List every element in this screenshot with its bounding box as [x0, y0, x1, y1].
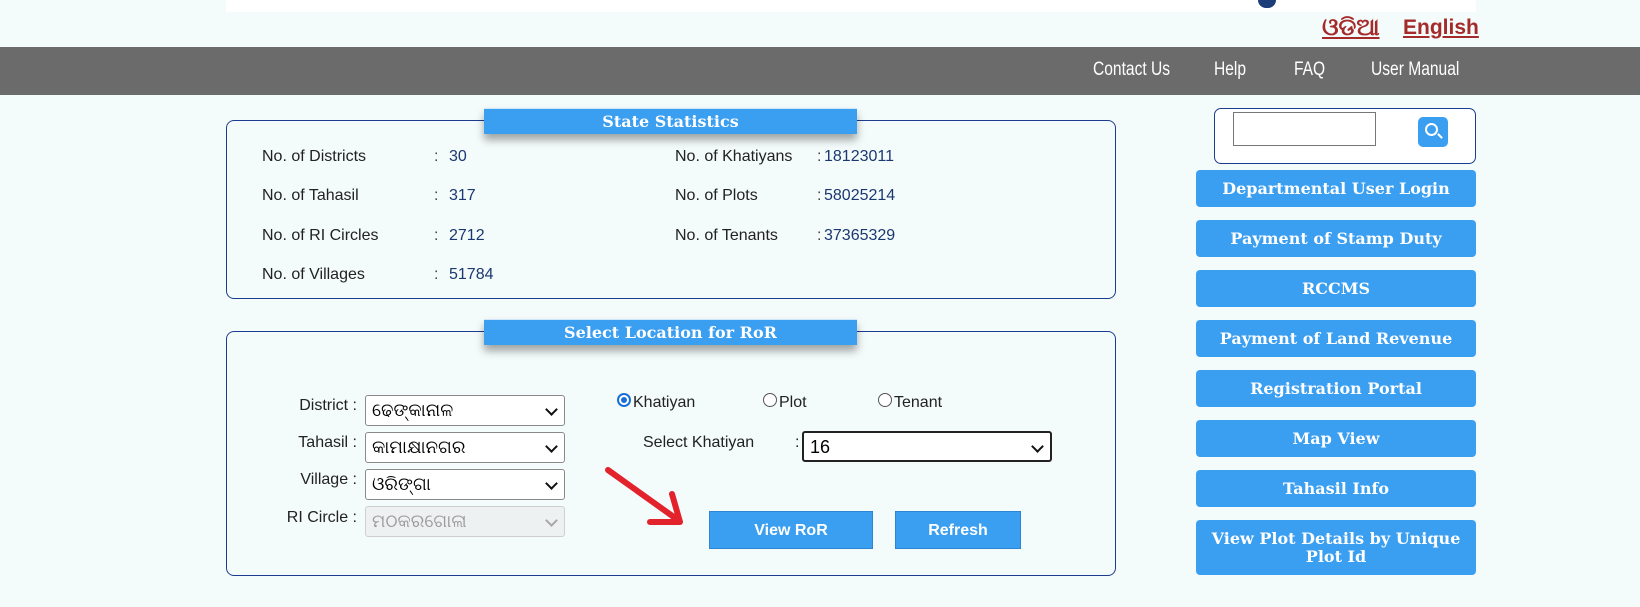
top-banner-strip [226, 0, 1476, 12]
stat-value-plots: 58025214 [824, 187, 896, 204]
search-panel [1214, 108, 1476, 164]
chevron-down-icon [1031, 440, 1044, 453]
lang-odia-link[interactable]: ଓଡିଆ [1322, 14, 1380, 42]
stat-label-villages: No. of Villages [262, 266, 365, 283]
ri-circle-label: RI Circle : [286, 509, 357, 526]
state-statistics-title: State Statistics [484, 108, 857, 134]
stat-value-tahasil: 317 [449, 187, 476, 204]
radio-khatiyan-label: Khatiyan [633, 394, 696, 411]
stat-value-tenants: 37365329 [824, 227, 896, 244]
tahasil-select[interactable]: କାମାକ୍ଷାନଗର [365, 432, 565, 463]
stat-colon: : [434, 227, 439, 244]
nav-user-manual[interactable]: User Manual [1371, 59, 1459, 81]
chevron-down-icon [545, 514, 558, 527]
tahasil-label: Tahasil : [298, 434, 357, 451]
radio-plot[interactable] [763, 393, 777, 407]
radio-khatiyan[interactable] [617, 393, 631, 407]
registration-portal-button[interactable]: Registration Portal [1196, 370, 1476, 407]
khatiyan-select[interactable]: 16 [802, 431, 1052, 462]
stat-label-tenants: No. of Tenants [675, 227, 778, 244]
village-select-value: ଓରିଙ୍ଗା [372, 474, 431, 494]
khatiyan-select-value: 16 [810, 437, 831, 457]
stat-colon: : [434, 266, 439, 283]
ri-circle-select: ମଠକରଗୋଳା [365, 506, 565, 537]
stat-colon: : [434, 148, 439, 165]
stat-colon: : [434, 187, 439, 204]
stat-label-districts: No. of Districts [262, 148, 367, 165]
stat-label-ri-circles: No. of RI Circles [262, 227, 379, 244]
stat-label-plots: No. of Plots [675, 187, 758, 204]
village-label: Village : [300, 471, 357, 488]
stat-value-districts: 30 [449, 148, 467, 165]
ri-circle-select-value: ମଠକରଗୋଳା [372, 511, 467, 531]
select-location-title: Select Location for RoR [484, 319, 857, 345]
radio-tenant[interactable] [878, 393, 892, 407]
stat-value-ri-circles: 2712 [449, 227, 485, 244]
map-view-button[interactable]: Map View [1196, 420, 1476, 457]
radio-plot-label: Plot [779, 394, 807, 411]
lang-english-link[interactable]: English [1403, 16, 1479, 40]
nav-contact-us[interactable]: Contact Us [1093, 59, 1170, 81]
annotation-arrow-icon [605, 467, 683, 525]
rccms-button[interactable]: RCCMS [1196, 270, 1476, 307]
nav-help[interactable]: Help [1214, 59, 1246, 81]
refresh-button[interactable]: Refresh [895, 511, 1021, 549]
stat-label-tahasil: No. of Tahasil [262, 187, 359, 204]
chevron-down-icon [545, 477, 558, 490]
top-navbar: Contact Us Help FAQ User Manual [0, 47, 1640, 95]
tahasil-info-button[interactable]: Tahasil Info [1196, 470, 1476, 507]
payment-land-revenue-button[interactable]: Payment of Land Revenue [1196, 320, 1476, 357]
district-select-value: ଢେଙ୍କାନାଳ [372, 400, 454, 420]
chevron-down-icon [545, 440, 558, 453]
select-khatiyan-colon: : [795, 434, 800, 451]
departmental-user-login-button[interactable]: Departmental User Login [1196, 170, 1476, 207]
search-input[interactable] [1233, 112, 1376, 146]
stat-colon: : [817, 187, 822, 204]
stat-value-villages: 51784 [449, 266, 494, 283]
stat-value-khatiyans: 18123011 [824, 148, 894, 165]
stat-label-khatiyans: No. of Khatiyans [675, 148, 793, 165]
view-plot-details-button[interactable]: View Plot Details by Unique Plot Id [1196, 520, 1476, 575]
chevron-down-icon [545, 403, 558, 416]
select-khatiyan-label: Select Khatiyan [643, 434, 755, 451]
nav-faq[interactable]: FAQ [1294, 59, 1325, 81]
payment-stamp-duty-button[interactable]: Payment of Stamp Duty [1196, 220, 1476, 257]
view-ror-button[interactable]: View RoR [709, 511, 873, 549]
stat-colon: : [817, 148, 822, 165]
stat-colon: : [817, 227, 822, 244]
tahasil-select-value: କାମାକ୍ଷାନଗର [372, 437, 466, 457]
radio-tenant-label: Tenant [894, 394, 943, 411]
district-label: District : [299, 397, 357, 414]
district-select[interactable]: ଢେଙ୍କାନାଳ [365, 395, 565, 426]
village-select[interactable]: ଓରିଙ୍ଗା [365, 469, 565, 500]
search-button[interactable] [1418, 117, 1448, 147]
